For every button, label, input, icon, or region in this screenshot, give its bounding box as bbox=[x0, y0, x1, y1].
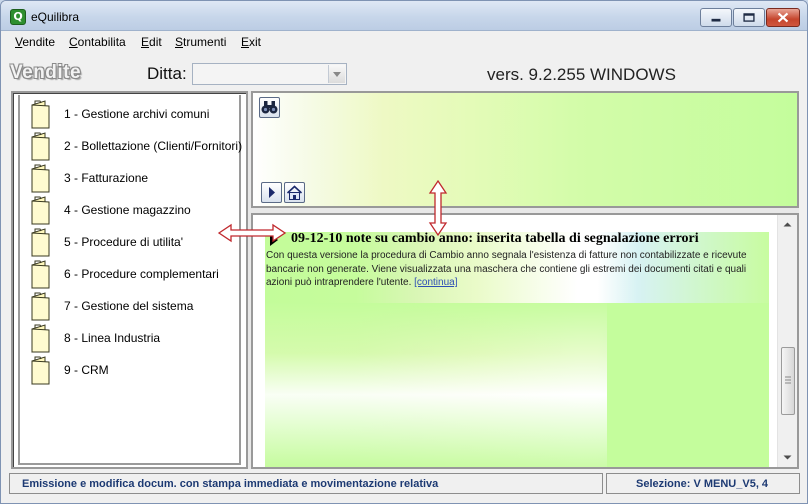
folder-icon bbox=[31, 100, 50, 129]
scroll-up-icon[interactable] bbox=[780, 217, 795, 232]
status-message: Emissione e modifica docum. con stampa i… bbox=[9, 473, 603, 494]
home-icon bbox=[286, 185, 303, 200]
window-title: eQuilibra bbox=[31, 10, 80, 24]
app-window: Q eQuilibra Vendite Contabilita Edit Str… bbox=[0, 0, 808, 504]
folder-icon bbox=[31, 324, 50, 353]
news-continue-link[interactable]: [continua] bbox=[414, 277, 457, 288]
horizontal-resize-icon bbox=[217, 223, 287, 243]
menu-tree-item-4[interactable]: 4 - Gestione magazzino bbox=[28, 195, 248, 225]
menu-tree-item-1[interactable]: 1 - Gestione archivi comuni bbox=[28, 99, 248, 129]
menu-edit[interactable]: Edit bbox=[141, 35, 162, 49]
app-logo-icon: Q bbox=[10, 9, 26, 25]
menu-tree-item-label: 1 - Gestione archivi comuni bbox=[64, 107, 210, 121]
folder-icon bbox=[31, 228, 50, 257]
menu-tree-item-5[interactable]: 5 - Procedure di utilita' bbox=[28, 227, 248, 257]
scroll-thumb[interactable] bbox=[781, 347, 795, 415]
scroll-down-icon[interactable] bbox=[780, 450, 795, 465]
menu-tree-item-label: 3 - Fatturazione bbox=[64, 171, 149, 185]
play-arrow-icon bbox=[269, 187, 275, 198]
folder-icon bbox=[31, 356, 50, 385]
status-selection: Selezione: V MENU_V5, 4 bbox=[606, 473, 800, 494]
news-background-image bbox=[265, 303, 607, 467]
minimize-button[interactable] bbox=[700, 8, 732, 27]
status-bar: Emissione e modifica docum. con stampa i… bbox=[9, 473, 800, 495]
close-button[interactable] bbox=[766, 8, 800, 27]
title-bar[interactable]: Q eQuilibra bbox=[1, 1, 807, 31]
module-title: Vendite bbox=[10, 62, 82, 83]
version-label: vers. 9.2.255 WINDOWS bbox=[487, 65, 676, 84]
minimize-icon bbox=[711, 18, 721, 22]
menu-contabilita[interactable]: Contabilita bbox=[69, 35, 126, 49]
menu-tree-item-label: 2 - Bollettazione (Clienti/Fornitori) bbox=[64, 139, 243, 153]
menu-tree-item-8[interactable]: 8 - Linea Industria bbox=[28, 323, 248, 353]
menu-tree-item-6[interactable]: 6 - Procedure complementari bbox=[28, 259, 248, 289]
folder-icon bbox=[31, 196, 50, 225]
ditta-label: Ditta: bbox=[147, 64, 187, 83]
menu-tree-item-2[interactable]: 2 - Bollettazione (Clienti/Fornitori) bbox=[28, 131, 248, 161]
menu-tree-item-label: 7 - Gestione del sistema bbox=[64, 299, 194, 313]
news-scrollbar[interactable] bbox=[777, 215, 797, 467]
menu-tree-item-label: 5 - Procedure di utilita' bbox=[64, 235, 184, 249]
header-toolbar: Vendite Ditta: vers. 9.2.255 WINDOWS bbox=[1, 52, 807, 90]
maximize-button[interactable] bbox=[733, 8, 765, 27]
news-panel: 09-12-10 note su cambio anno: inserita t… bbox=[251, 213, 799, 469]
menu-strumenti[interactable]: Strumenti bbox=[175, 35, 226, 49]
browser-toolbar-panel bbox=[251, 91, 799, 208]
close-icon bbox=[777, 12, 789, 23]
menu-tree-item-7[interactable]: 7 - Gestione del sistema bbox=[28, 291, 248, 321]
menu-tree-item-label: 4 - Gestione magazzino bbox=[64, 203, 191, 217]
folder-icon bbox=[31, 292, 50, 321]
news-background-block bbox=[607, 303, 769, 467]
home-button[interactable] bbox=[284, 182, 305, 203]
menu-tree-item-label: 6 - Procedure complementari bbox=[64, 267, 219, 281]
menu-bar: Vendite Contabilita Edit Strumenti Exit bbox=[1, 32, 807, 52]
binoculars-icon bbox=[261, 101, 278, 114]
news-body: Con questa versione la procedura di Camb… bbox=[266, 249, 771, 290]
menu-tree-item-label: 8 - Linea Industria bbox=[64, 331, 161, 345]
vertical-resize-icon bbox=[428, 179, 448, 237]
search-button[interactable] bbox=[259, 97, 280, 118]
menu-exit[interactable]: Exit bbox=[241, 35, 261, 49]
menu-tree-item-9[interactable]: 9 - CRM bbox=[28, 355, 248, 385]
folder-icon bbox=[31, 260, 50, 289]
maximize-icon bbox=[743, 13, 755, 22]
menu-tree-item-3[interactable]: 3 - Fatturazione bbox=[28, 163, 248, 193]
menu-vendite[interactable]: Vendite bbox=[15, 35, 55, 49]
folder-icon bbox=[31, 132, 50, 161]
news-heading: 09-12-10 note su cambio anno: inserita t… bbox=[291, 231, 699, 246]
menu-tree-item-label: 9 - CRM bbox=[64, 363, 109, 377]
forward-button[interactable] bbox=[261, 182, 282, 203]
folder-icon bbox=[31, 164, 50, 193]
grip-icon bbox=[785, 376, 791, 384]
menu-tree-panel: 1 - Gestione archivi comuni 2 - Bolletta… bbox=[11, 91, 248, 469]
chevron-down-icon[interactable] bbox=[328, 65, 345, 83]
menu-tree-list: 1 - Gestione archivi comuni 2 - Bolletta… bbox=[18, 95, 242, 465]
ditta-select[interactable] bbox=[192, 63, 347, 85]
news-body-text: Con questa versione la procedura di Camb… bbox=[266, 250, 747, 288]
